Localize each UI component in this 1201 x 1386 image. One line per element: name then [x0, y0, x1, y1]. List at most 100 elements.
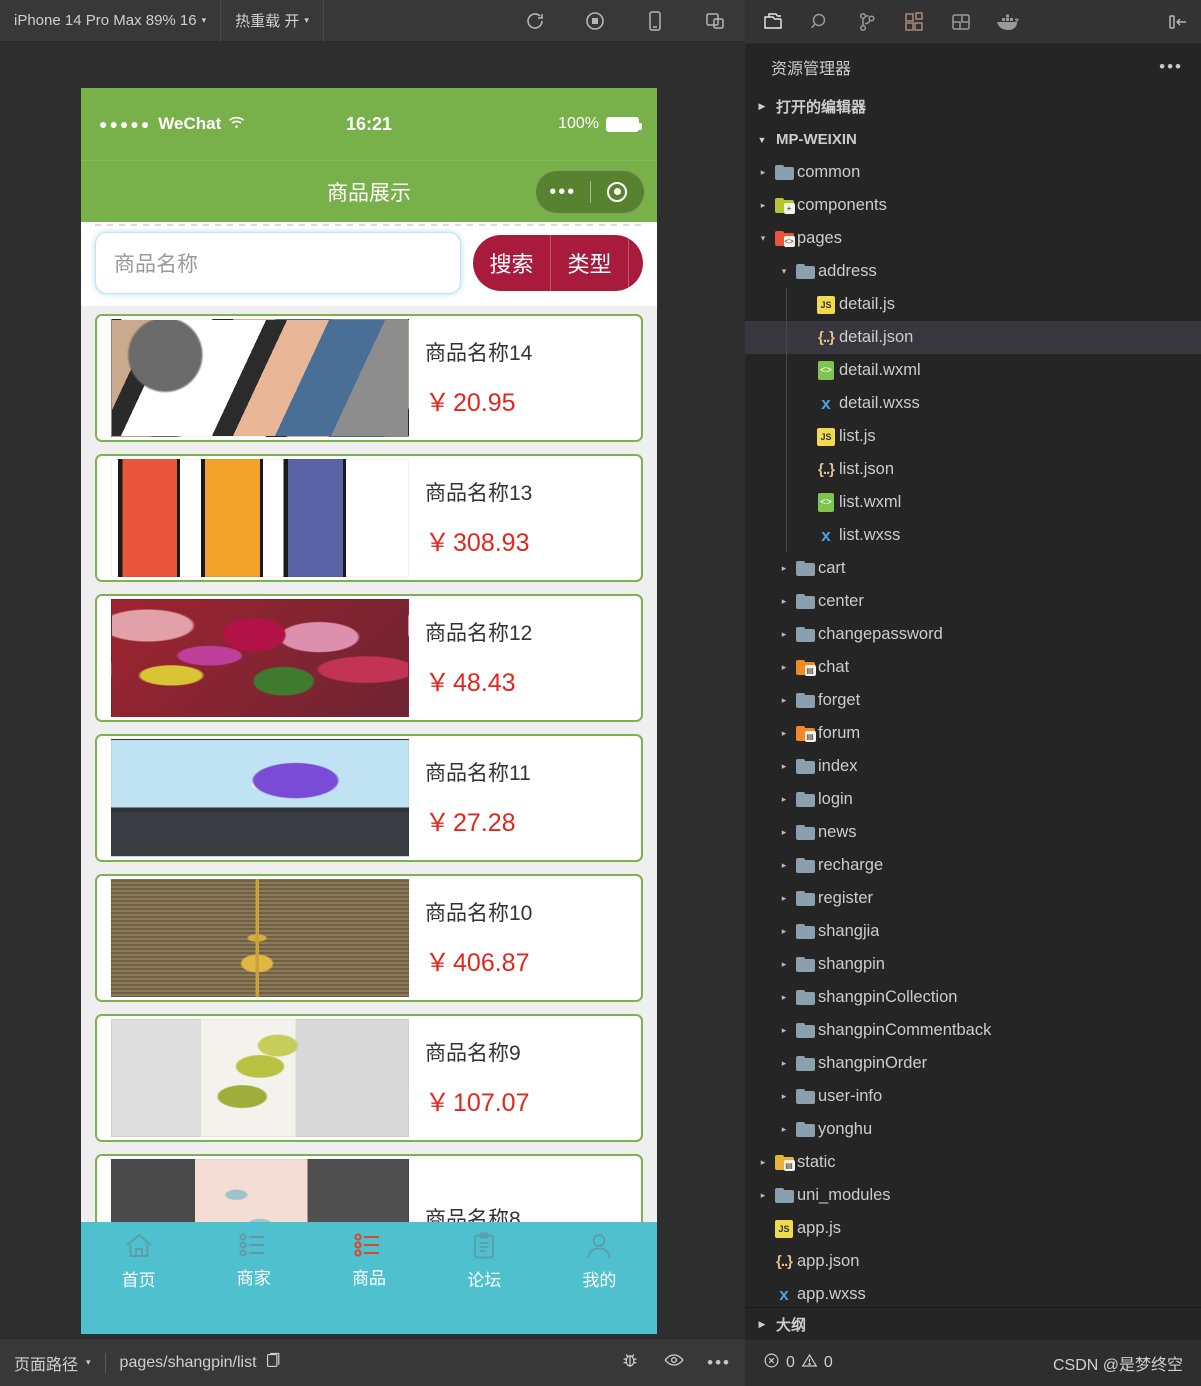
tree-folder[interactable]: ▸ ▤ static: [745, 1146, 1201, 1179]
more-icon[interactable]: •••: [707, 1353, 731, 1373]
product-card[interactable]: 商品名称14 ￥ 20.95: [95, 314, 643, 442]
capsule-menu-button[interactable]: •••: [536, 182, 590, 202]
record-stop-icon[interactable]: [565, 0, 625, 42]
tab-5[interactable]: 我的: [542, 1232, 657, 1291]
bug-icon[interactable]: [619, 1349, 641, 1376]
explorer-icon[interactable]: [749, 0, 796, 44]
tree-folder[interactable]: ▸ shangpinOrder: [745, 1047, 1201, 1080]
device-select[interactable]: iPhone 14 Pro Max 89% 16 ▾: [0, 0, 222, 42]
outline-section[interactable]: ▶ 大纲: [745, 1307, 1201, 1340]
chevron-right-icon[interactable]: ▸: [776, 794, 792, 805]
product-card[interactable]: 商品名称13 ￥ 308.93: [95, 454, 643, 582]
copy-icon[interactable]: [265, 1352, 282, 1374]
eye-icon[interactable]: [663, 1349, 685, 1376]
layout-icon[interactable]: [937, 0, 984, 44]
product-card[interactable]: 商品名称12 ￥ 48.43: [95, 594, 643, 722]
chevron-right-icon[interactable]: ▸: [776, 596, 792, 607]
tree-folder[interactable]: ▸ changepassword: [745, 618, 1201, 651]
page-path-label[interactable]: 页面路径: [14, 1351, 78, 1375]
extensions-icon[interactable]: [890, 0, 937, 44]
tree-folder[interactable]: ▸ forget: [745, 684, 1201, 717]
collapse-panel-icon[interactable]: [1154, 0, 1201, 44]
hot-reload-select[interactable]: 热重载 开 ▾: [221, 0, 324, 42]
tree-folder[interactable]: ▸ yonghu: [745, 1113, 1201, 1146]
tree-folder[interactable]: ▾ <> pages: [745, 222, 1201, 255]
source-control-icon[interactable]: [843, 0, 890, 44]
chevron-right-icon[interactable]: ▸: [776, 761, 792, 772]
chevron-right-icon[interactable]: ▸: [776, 860, 792, 871]
more-icon[interactable]: •••: [1159, 57, 1183, 77]
chevron-right-icon[interactable]: ▸: [776, 992, 792, 1003]
tree-file[interactable]: JS list.js: [745, 420, 1201, 453]
tree-folder[interactable]: ▸ register: [745, 882, 1201, 915]
chevron-down-icon[interactable]: ▾: [776, 266, 792, 277]
tree-folder[interactable]: ▸ shangpin: [745, 948, 1201, 981]
tree-folder[interactable]: ▸ uni_modules: [745, 1179, 1201, 1212]
tree-file[interactable]: JS app.js: [745, 1212, 1201, 1245]
search-button[interactable]: 搜索: [473, 235, 550, 291]
tree-file[interactable]: x detail.wxss: [745, 387, 1201, 420]
chevron-right-icon[interactable]: ▸: [776, 695, 792, 706]
tree-folder[interactable]: ▸ news: [745, 816, 1201, 849]
tree-folder[interactable]: ▸ shangjia: [745, 915, 1201, 948]
chevron-right-icon[interactable]: ▸: [776, 1124, 792, 1135]
product-card[interactable]: 商品名称10 ￥ 406.87: [95, 874, 643, 1002]
workspace-section[interactable]: ▼ MP-WEIXIN: [745, 123, 1201, 156]
chevron-right-icon[interactable]: ▸: [776, 563, 792, 574]
tree-folder[interactable]: ▸ login: [745, 783, 1201, 816]
tree-folder[interactable]: ▸ + components: [745, 189, 1201, 222]
tree-folder[interactable]: ▾ address: [745, 255, 1201, 288]
chevron-right-icon[interactable]: ▸: [776, 1091, 792, 1102]
chevron-down-icon[interactable]: ▾: [86, 1357, 91, 1368]
device-icon[interactable]: [625, 0, 685, 42]
product-card[interactable]: 商品名称8: [95, 1154, 643, 1222]
tab-3[interactable]: 商品: [311, 1232, 426, 1289]
chevron-right-icon[interactable]: ▸: [776, 728, 792, 739]
chevron-right-icon[interactable]: ▸: [755, 200, 771, 211]
tree-folder[interactable]: ▸ ▤ forum: [745, 717, 1201, 750]
search-input[interactable]: 商品名称: [95, 232, 461, 294]
window-icon[interactable]: [685, 0, 745, 42]
capsule-close-button[interactable]: [591, 181, 645, 202]
tree-file[interactable]: <> detail.wxml: [745, 354, 1201, 387]
tree-file[interactable]: {..} detail.json: [745, 321, 1201, 354]
tab-2[interactable]: 商家: [196, 1232, 311, 1289]
chevron-right-icon[interactable]: ▸: [776, 1058, 792, 1069]
tree-folder[interactable]: ▸ shangpinCollection: [745, 981, 1201, 1014]
tree-folder[interactable]: ▸ index: [745, 750, 1201, 783]
tree-file[interactable]: <> list.wxml: [745, 486, 1201, 519]
chevron-right-icon[interactable]: ▸: [755, 167, 771, 178]
search-icon[interactable]: [796, 0, 843, 44]
chevron-right-icon[interactable]: ▸: [776, 1025, 792, 1036]
type-button[interactable]: 类型: [551, 235, 628, 291]
chevron-right-icon[interactable]: ▸: [776, 893, 792, 904]
tree-folder[interactable]: ▸ cart: [745, 552, 1201, 585]
chevron-right-icon[interactable]: ▸: [776, 662, 792, 673]
chevron-right-icon[interactable]: ▸: [776, 629, 792, 640]
chevron-right-icon[interactable]: ▸: [776, 959, 792, 970]
docker-icon[interactable]: [984, 0, 1031, 44]
tree-file[interactable]: {..} list.json: [745, 453, 1201, 486]
tree-folder[interactable]: ▸ user-info: [745, 1080, 1201, 1113]
chevron-right-icon[interactable]: ▸: [755, 1157, 771, 1168]
chevron-right-icon[interactable]: ▸: [776, 827, 792, 838]
tree-folder[interactable]: ▸ recharge: [745, 849, 1201, 882]
tab-4[interactable]: 论坛: [427, 1232, 542, 1291]
open-editors-section[interactable]: ▶ 打开的编辑器: [745, 90, 1201, 123]
tree-folder[interactable]: ▸ center: [745, 585, 1201, 618]
chevron-down-icon[interactable]: ▾: [755, 233, 771, 244]
tree-file[interactable]: JS detail.js: [745, 288, 1201, 321]
chevron-right-icon[interactable]: ▸: [776, 926, 792, 937]
tree-folder[interactable]: ▸ shangpinCommentback: [745, 1014, 1201, 1047]
refresh-icon[interactable]: [505, 0, 565, 42]
folder-icon: [795, 1122, 815, 1137]
tree-folder[interactable]: ▸ common: [745, 156, 1201, 189]
tab-1[interactable]: 首页: [81, 1232, 196, 1291]
chevron-right-icon[interactable]: ▸: [755, 1190, 771, 1201]
problems-indicator[interactable]: 0 0: [763, 1352, 833, 1374]
product-card[interactable]: 商品名称11 ￥ 27.28: [95, 734, 643, 862]
tree-file[interactable]: x list.wxss: [745, 519, 1201, 552]
product-card[interactable]: 商品名称9 ￥ 107.07: [95, 1014, 643, 1142]
tree-folder[interactable]: ▸ ▤ chat: [745, 651, 1201, 684]
tree-file[interactable]: {..} app.json: [745, 1245, 1201, 1278]
